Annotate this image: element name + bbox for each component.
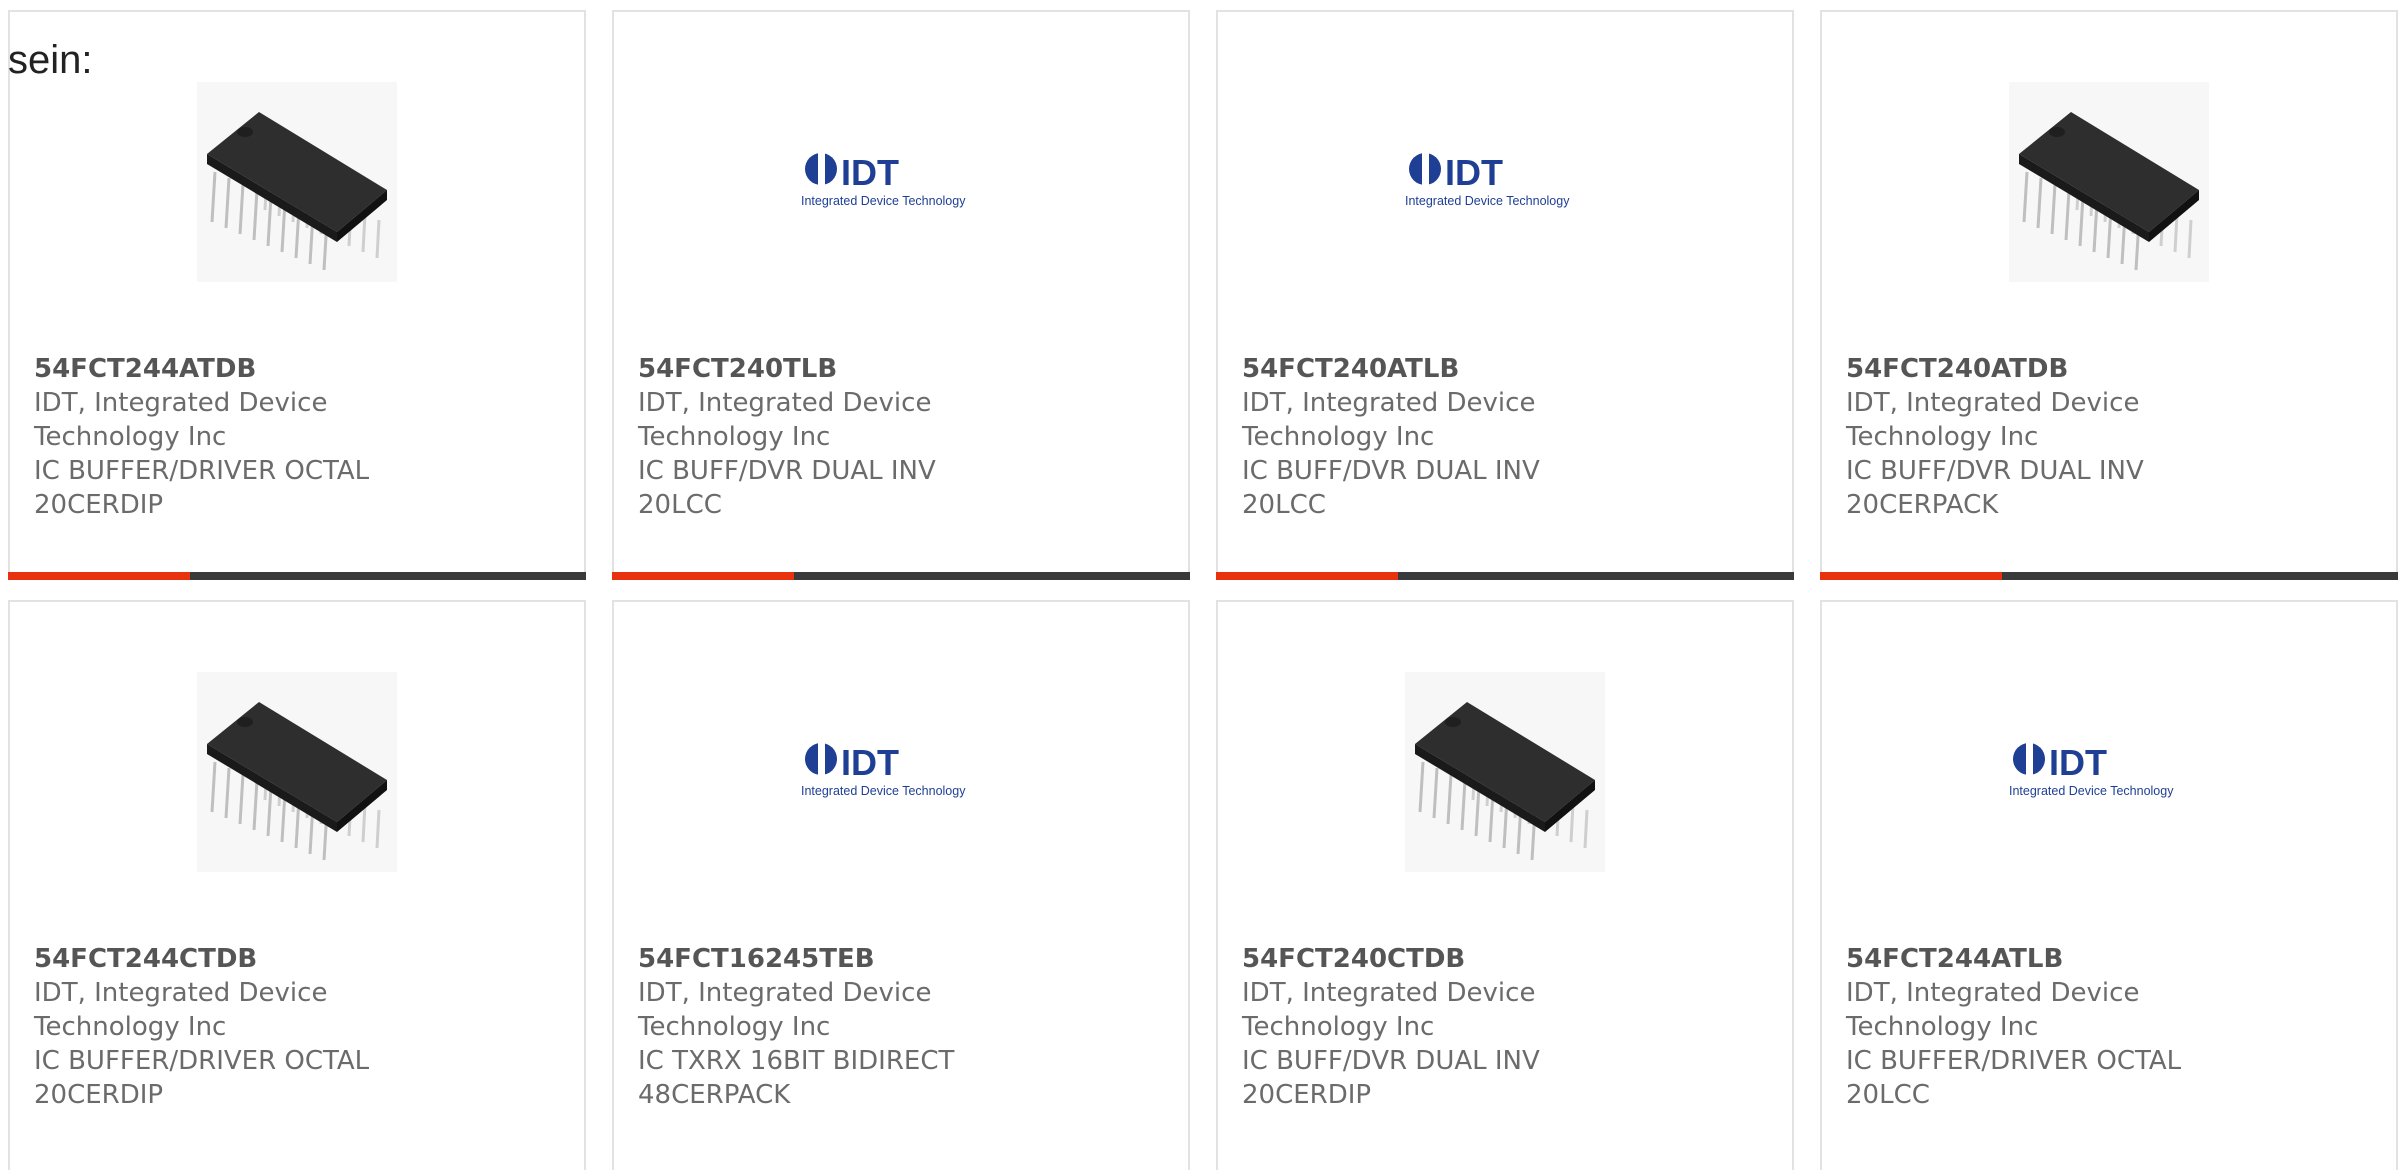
intro-text: sein: xyxy=(8,38,93,82)
chip-icon xyxy=(1405,672,1605,872)
chip-icon xyxy=(197,672,397,872)
description: IC BUFF/DVR DUAL INV 20CERDIP xyxy=(1242,1046,1540,1110)
product-card[interactable]: IDT Integrated Device Technology 54FCT244… xyxy=(1820,600,2398,1170)
description: IC BUFF/DVR DUAL INV 20CERPACK xyxy=(1846,456,2144,520)
part-number[interactable]: 54FCT16245TEB xyxy=(638,942,1164,976)
card-progress-bar xyxy=(1216,572,1794,580)
part-number[interactable]: 54FCT240ATLB xyxy=(1242,352,1768,386)
product-card[interactable]: 54FCT240ATDB IDT, Integrated Device Tech… xyxy=(1820,10,2398,580)
product-card[interactable]: IDT Integrated Device Technology 54FCT240… xyxy=(612,10,1190,580)
manufacturer: IDT, Integrated Device Technology Inc xyxy=(638,978,932,1042)
product-card[interactable]: 54FCT240CTDB IDT, Integrated Device Tech… xyxy=(1216,600,1794,1170)
card-progress-accent xyxy=(1820,572,2002,580)
svg-text:IDT: IDT xyxy=(841,742,899,783)
card-progress-bar xyxy=(1820,572,2398,580)
description: IC TXRX 16BIT BIDIRECT 48CERPACK xyxy=(638,1046,955,1110)
product-image[interactable] xyxy=(197,82,397,282)
svg-text:Integrated Device Technology: Integrated Device Technology xyxy=(801,194,966,208)
description: IC BUFFER/DRIVER OCTAL 20CERDIP xyxy=(34,456,370,520)
description: IC BUFF/DVR DUAL INV 20LCC xyxy=(638,456,936,520)
product-image[interactable]: IDT Integrated Device Technology xyxy=(1405,82,1605,282)
manufacturer: IDT, Integrated Device Technology Inc xyxy=(1846,978,2140,1042)
svg-text:Integrated Device Technology: Integrated Device Technology xyxy=(2009,784,2174,798)
product-image[interactable]: IDT Integrated Device Technology xyxy=(801,82,1001,282)
card-progress-bar xyxy=(612,572,1190,580)
manufacturer: IDT, Integrated Device Technology Inc xyxy=(1846,388,2140,452)
card-progress-bar xyxy=(8,572,586,580)
part-number[interactable]: 54FCT244ATLB xyxy=(1846,942,2372,976)
part-number[interactable]: 54FCT244ATDB xyxy=(34,352,560,386)
chip-icon xyxy=(2009,82,2209,282)
manufacturer: IDT, Integrated Device Technology Inc xyxy=(1242,388,1536,452)
product-card[interactable]: IDT Integrated Device Technology 54FCT240… xyxy=(1216,10,1794,580)
part-number[interactable]: 54FCT244CTDB xyxy=(34,942,560,976)
card-progress-accent xyxy=(1216,572,1398,580)
product-card[interactable]: 54FCT244ATDB IDT, Integrated Device Tech… xyxy=(8,10,586,580)
product-image[interactable]: IDT Integrated Device Technology xyxy=(2009,672,2209,872)
idt-logo: IDTIntegrated Device Technology xyxy=(801,151,966,208)
card-progress-accent xyxy=(8,572,190,580)
product-image[interactable] xyxy=(1405,672,1605,872)
card-progress-accent xyxy=(612,572,794,580)
manufacturer: IDT, Integrated Device Technology Inc xyxy=(34,978,328,1042)
svg-text:IDT: IDT xyxy=(2049,742,2107,783)
part-number[interactable]: 54FCT240CTDB xyxy=(1242,942,1768,976)
description: IC BUFFER/DRIVER OCTAL 20LCC xyxy=(1846,1046,2182,1110)
product-card[interactable]: 54FCT244CTDB IDT, Integrated Device Tech… xyxy=(8,600,586,1170)
svg-text:IDT: IDT xyxy=(1445,152,1503,193)
manufacturer: IDT, Integrated Device Technology Inc xyxy=(638,388,932,452)
svg-text:Integrated Device Technology: Integrated Device Technology xyxy=(1405,194,1570,208)
product-image[interactable]: IDT Integrated Device Technology xyxy=(801,672,1001,872)
svg-text:IDT: IDT xyxy=(841,152,899,193)
description: IC BUFFER/DRIVER OCTAL 20CERDIP xyxy=(34,1046,370,1110)
svg-text:Integrated Device Technology: Integrated Device Technology xyxy=(801,784,966,798)
chip-icon xyxy=(197,82,397,282)
idt-logo: IDTIntegrated Device Technology xyxy=(2009,741,2174,798)
description: IC BUFF/DVR DUAL INV 20LCC xyxy=(1242,456,1540,520)
part-number[interactable]: 54FCT240TLB xyxy=(638,352,1164,386)
product-image[interactable] xyxy=(197,672,397,872)
manufacturer: IDT, Integrated Device Technology Inc xyxy=(1242,978,1536,1042)
manufacturer: IDT, Integrated Device Technology Inc xyxy=(34,388,328,452)
idt-logo: IDTIntegrated Device Technology xyxy=(1405,151,1570,208)
product-grid: 54FCT244ATDB IDT, Integrated Device Tech… xyxy=(8,10,2398,1170)
part-number[interactable]: 54FCT240ATDB xyxy=(1846,352,2372,386)
product-image[interactable] xyxy=(2009,82,2209,282)
idt-logo: IDTIntegrated Device Technology xyxy=(801,741,966,798)
product-card[interactable]: IDT Integrated Device Technology 54FCT162… xyxy=(612,600,1190,1170)
